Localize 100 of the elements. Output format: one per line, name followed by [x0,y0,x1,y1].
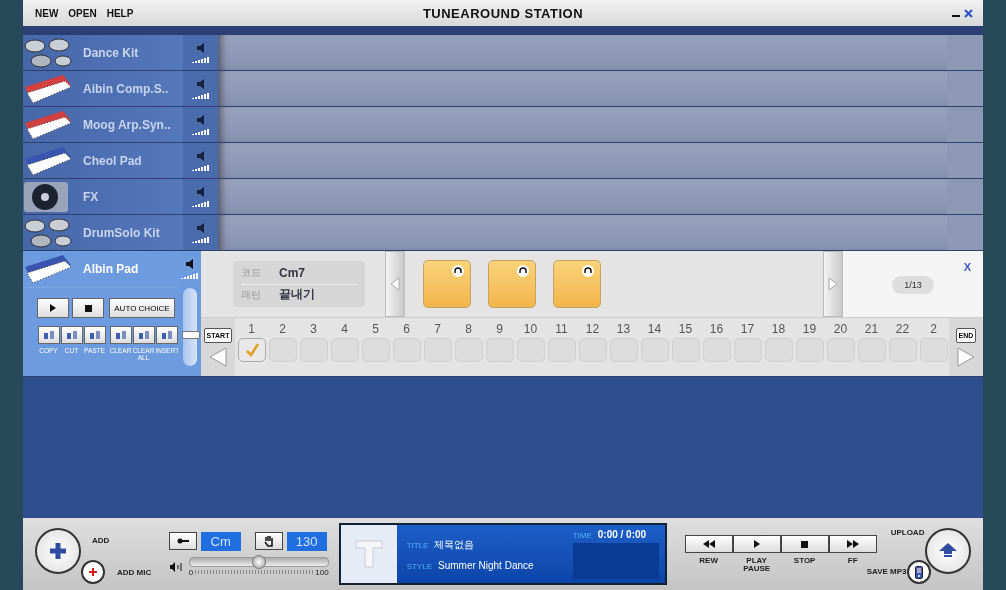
time-value: 0:00 / 0:00 [597,529,647,540]
speaker-icon[interactable] [195,114,206,125]
pattern-tile[interactable] [423,260,471,308]
step-cell[interactable] [237,338,266,362]
add-mic-button[interactable] [81,560,105,584]
save-mp3-label: SAVE MP3 [866,567,907,576]
pattern-tile[interactable] [553,260,601,308]
time-label: TIME [572,531,592,540]
next-button[interactable] [823,251,843,317]
scale-max: 100 [315,567,329,577]
headphones-icon[interactable] [452,265,464,277]
transport-label: PLAY PAUSE [743,557,771,573]
menu-item[interactable]: OPEN [68,7,97,19]
step-number: 6 [403,322,410,338]
scale-min: 0 [188,567,194,577]
step-number: 3 [310,322,317,338]
keyboard-icon [23,144,73,177]
window-title: TUNEAROUND STATION [422,5,584,21]
slider-thumb[interactable] [251,554,266,569]
track-name: Moog Arp.Syn.. [83,117,171,132]
step-number: 5 [372,322,379,338]
key-button[interactable] [168,532,197,550]
track-name: FX [83,189,99,204]
level-bars-icon [191,127,210,135]
tool-button[interactable] [109,326,132,344]
step-number: 14 [647,322,662,338]
close-icon[interactable] [964,8,973,18]
speaker-icon[interactable] [195,150,206,161]
speaker-icon[interactable] [195,78,206,89]
level-bars-icon [191,55,210,63]
play-button[interactable] [732,535,781,553]
volume-slider[interactable] [188,556,329,567]
clear-icon [114,330,127,340]
chord-value: Cm7 [279,266,305,281]
auto-choice-button[interactable]: AUTO CHOICE [109,298,175,318]
step-number: 10 [523,322,538,338]
speaker-icon [168,561,183,572]
transport-label: FF [847,557,858,565]
add-mic-label: ADD MIC [117,568,152,577]
menu-item[interactable]: NEW [35,7,59,19]
step-number: 18 [771,322,786,338]
step-number: 20 [833,322,848,338]
slider-thumb[interactable] [181,330,200,339]
play-button[interactable] [37,298,69,318]
track-name: Aibin Comp.S.. [83,81,169,96]
song-style: Summer Night Dance [438,559,534,571]
previous-button[interactable] [385,251,405,317]
play-icon [753,540,760,548]
step-number: 4 [341,322,348,338]
speaker-icon[interactable] [195,222,206,233]
step-number: 1 [248,322,255,338]
speaker-icon[interactable] [184,259,195,269]
drum-kit-icon [23,36,73,69]
step-number: 17 [740,322,755,338]
stop-button[interactable] [72,298,104,318]
rew-button[interactable] [684,535,733,553]
plus-icon [89,568,97,576]
step-number: 2 [930,322,937,338]
step-number: 15 [678,322,693,338]
music-player-icon [914,565,923,579]
left-triangle-icon[interactable] [209,346,227,367]
ff-button[interactable] [828,535,877,553]
pattern-value: 끝내기 [279,286,315,304]
title-label: TITLE [406,540,429,550]
keyboard-icon [23,253,73,285]
level-bars-icon [191,163,210,171]
close-editor-button[interactable]: X [963,261,971,273]
letter-t-logo-icon [353,539,384,569]
stop-icon [84,304,92,312]
left-triangle-icon [390,277,400,291]
step-number: 8 [465,322,472,338]
tool-button[interactable] [60,326,83,344]
headphones-icon[interactable] [582,265,594,277]
tool-button[interactable] [132,326,155,344]
level-bars-icon [191,91,210,99]
speaker-icon[interactable] [195,186,206,197]
menu-item[interactable]: HELP [106,7,134,19]
page-indicator: 1/13 [892,276,934,294]
tool-button[interactable] [155,326,178,344]
song-title: 제목없음 [434,537,475,552]
fast-forward-icon [846,540,859,548]
upload-button[interactable] [924,528,971,574]
headphones-icon[interactable] [517,265,529,277]
right-triangle-icon[interactable] [957,346,975,367]
tap-tempo-button[interactable] [254,532,283,550]
copy-icon [42,330,55,340]
level-bars-icon [191,235,210,243]
add-button[interactable] [35,528,81,574]
tool-button[interactable] [37,326,60,344]
cut-icon [65,330,78,340]
speaker-icon[interactable] [195,42,206,53]
tool-button[interactable] [83,326,106,344]
upload-label: UPLOAD [890,528,925,537]
step-number: 2 [279,322,286,338]
pattern-tile[interactable] [488,260,536,308]
save-mp3-button[interactable] [906,560,931,584]
volume-slider[interactable] [182,288,197,366]
level-bars-icon [191,199,210,207]
step-number: 22 [895,322,910,338]
stop-button[interactable] [780,535,829,553]
